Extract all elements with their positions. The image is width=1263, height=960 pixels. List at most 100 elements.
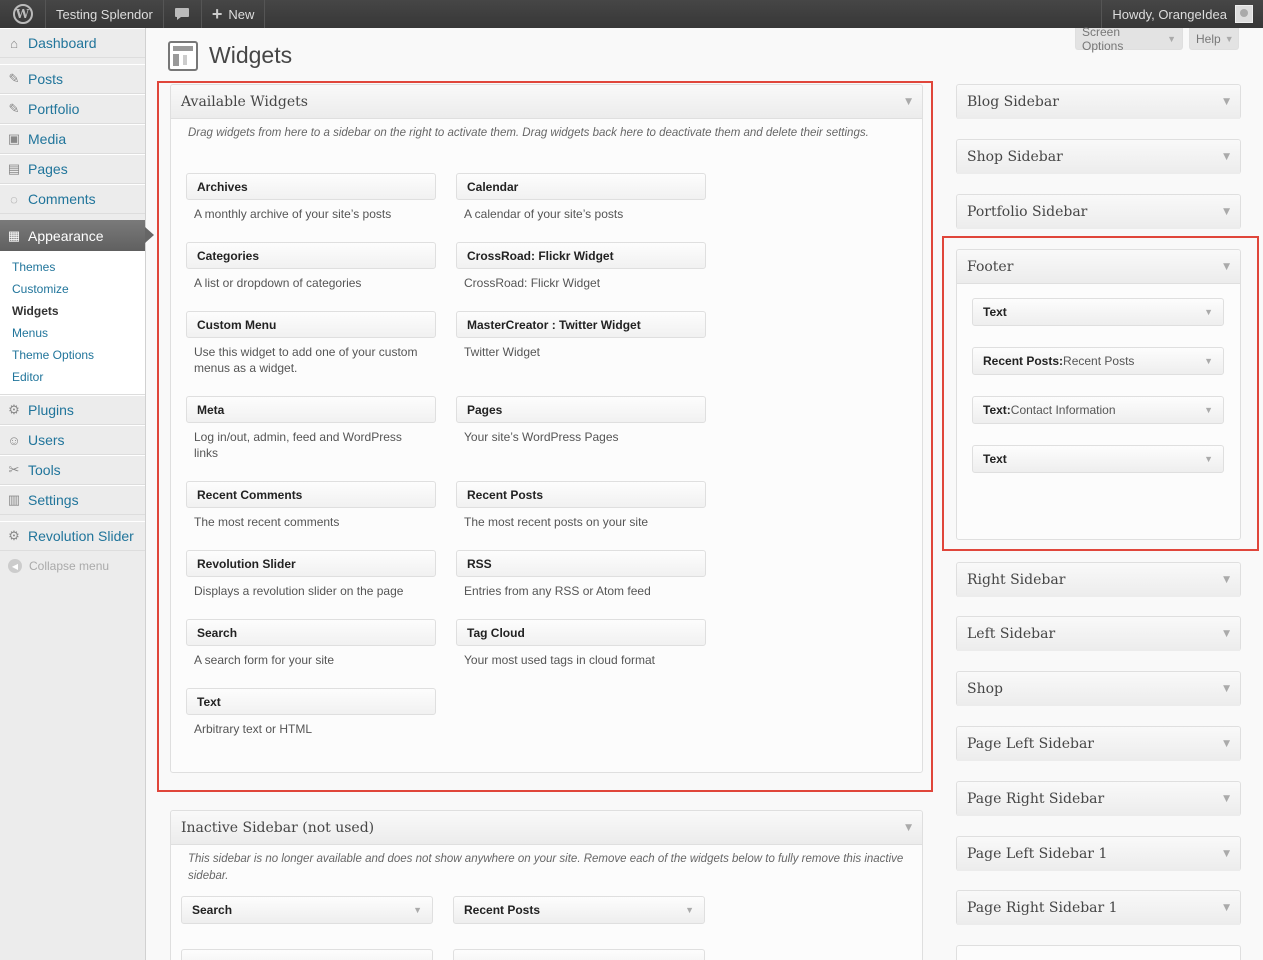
widget-title[interactable]: CrossRoad: Flickr Widget — [456, 242, 706, 269]
sidebar-right[interactable]: Right Sidebar ▼ — [956, 562, 1241, 597]
widget-meta[interactable]: Meta Log in/out, admin, feed and WordPres… — [186, 396, 436, 461]
sidebar-portfolio[interactable]: Portfolio Sidebar ▼ — [956, 194, 1241, 229]
available-widgets-header[interactable]: Available Widgets ▼ — [171, 85, 922, 119]
widget-recent-posts[interactable]: Recent Posts The most recent posts on you… — [456, 481, 706, 530]
help-button[interactable]: Help ▼ — [1189, 28, 1239, 50]
menu-portfolio[interactable]: ✎ Portfolio — [0, 94, 145, 124]
site-name-link[interactable]: Testing Splendor — [46, 0, 164, 28]
widget-title[interactable]: Revolution Slider — [186, 550, 436, 577]
submenu-themes[interactable]: Themes — [0, 256, 145, 278]
sidebar-header[interactable]: Blog Sidebar ▼ — [957, 85, 1240, 119]
widget-title[interactable]: Recent Posts — [456, 481, 706, 508]
sidebar-page-right[interactable]: Page Right Sidebar ▼ — [956, 781, 1241, 816]
new-content-menu[interactable]: + New — [202, 0, 266, 28]
toggle-arrow-icon[interactable]: ▼ — [413, 905, 422, 915]
menu-media[interactable]: ▣ Media — [0, 124, 145, 154]
submenu-menus[interactable]: Menus — [0, 322, 145, 344]
widget-title[interactable]: Archives — [186, 173, 436, 200]
widget-title[interactable]: Custom Menu — [186, 311, 436, 338]
menu-revolution-slider[interactable]: ⚙ Revolution Slider — [0, 521, 145, 551]
widget-pages[interactable]: Pages Your site’s WordPress Pages — [456, 396, 706, 445]
submenu-customize[interactable]: Customize — [0, 278, 145, 300]
widget-custom-menu[interactable]: Custom Menu Use this widget to add one of… — [186, 311, 436, 376]
inactive-widget[interactable] — [181, 949, 433, 960]
footer-widget-text[interactable]: Text ▼ — [972, 298, 1224, 326]
sidebar-page-left[interactable]: Page Left Sidebar ▼ — [956, 726, 1241, 761]
toggle-arrow-icon[interactable]: ▼ — [1204, 356, 1213, 366]
toggle-arrow-icon[interactable]: ▼ — [1223, 152, 1230, 162]
sidebar-header[interactable]: Page Left Sidebar 1 ▼ — [957, 837, 1240, 871]
widget-title[interactable]: Categories — [186, 242, 436, 269]
toggle-arrow-icon[interactable]: ▼ — [1223, 575, 1230, 585]
toggle-arrow-icon[interactable]: ▼ — [1223, 903, 1230, 913]
sidebar-page-right-1[interactable]: Page Right Sidebar 1 ▼ — [956, 890, 1241, 925]
widget-categories[interactable]: Categories A list or dropdown of categori… — [186, 242, 436, 291]
footer-widget-contact[interactable]: Text: Contact Information ▼ — [972, 396, 1224, 424]
footer-widget-text-2[interactable]: Text ▼ — [972, 445, 1224, 473]
sidebar-header[interactable]: Shop ▼ — [957, 672, 1240, 706]
menu-comments[interactable]: ◌ Comments — [0, 184, 145, 214]
toggle-arrow-icon[interactable]: ▼ — [685, 905, 694, 915]
sidebar-page-left-1[interactable]: Page Left Sidebar 1 ▼ — [956, 836, 1241, 871]
widget-mastercreator-twitter[interactable]: MasterCreator : Twitter Widget Twitter Wi… — [456, 311, 706, 360]
sidebar-shop[interactable]: Shop Sidebar ▼ — [956, 139, 1241, 174]
widget-title[interactable]: Recent Comments — [186, 481, 436, 508]
sidebar-header[interactable]: Right Sidebar ▼ — [957, 563, 1240, 597]
submenu-widgets[interactable]: Widgets — [0, 300, 145, 322]
widget-rss[interactable]: RSS Entries from any RSS or Atom feed — [456, 550, 706, 599]
inactive-widget-search[interactable]: Search ▼ — [181, 896, 433, 924]
toggle-arrow-icon[interactable]: ▼ — [1223, 262, 1230, 272]
sidebar-left[interactable]: Left Sidebar ▼ — [956, 616, 1241, 651]
submenu-editor[interactable]: Editor — [0, 366, 145, 388]
sidebar-header[interactable]: Page Left Sidebar ▼ — [957, 727, 1240, 761]
collapse-menu-button[interactable]: ◀ Collapse menu — [0, 551, 145, 581]
sidebar-header[interactable]: Left Sidebar ▼ — [957, 617, 1240, 651]
inactive-sidebar-header[interactable]: Inactive Sidebar (not used) ▼ — [171, 811, 922, 845]
sidebar-header[interactable]: Shop Sidebar ▼ — [957, 140, 1240, 174]
toggle-arrow-icon[interactable]: ▼ — [1223, 739, 1230, 749]
widget-title[interactable]: Calendar — [456, 173, 706, 200]
widget-title[interactable]: MasterCreator : Twitter Widget — [456, 311, 706, 338]
toggle-arrow-icon[interactable]: ▼ — [905, 823, 912, 833]
toggle-arrow-icon[interactable]: ▼ — [1204, 307, 1213, 317]
menu-dashboard[interactable]: ⌂ Dashboard — [0, 28, 145, 58]
sidebar-blog[interactable]: Blog Sidebar ▼ — [956, 84, 1241, 119]
menu-pages[interactable]: ▤ Pages — [0, 154, 145, 184]
widget-revolution-slider[interactable]: Revolution Slider Displays a revolution s… — [186, 550, 436, 599]
toggle-arrow-icon[interactable]: ▼ — [1223, 684, 1230, 694]
toggle-arrow-icon[interactable]: ▼ — [1223, 629, 1230, 639]
submenu-theme-options[interactable]: Theme Options — [0, 344, 145, 366]
toggle-arrow-icon[interactable]: ▼ — [1223, 97, 1230, 107]
menu-users[interactable]: ☺ Users — [0, 425, 145, 455]
toggle-arrow-icon[interactable]: ▼ — [1223, 849, 1230, 859]
widget-recent-comments[interactable]: Recent Comments The most recent comments — [186, 481, 436, 530]
inactive-widget[interactable] — [453, 949, 705, 960]
sidebar-header[interactable]: Portfolio Sidebar ▼ — [957, 195, 1240, 229]
menu-posts[interactable]: ✎ Posts — [0, 64, 145, 94]
sidebar-header[interactable]: Page Right Sidebar ▼ — [957, 782, 1240, 816]
widget-title[interactable]: Search — [186, 619, 436, 646]
sidebar-header[interactable]: Footer ▼ — [957, 250, 1240, 284]
screen-options-button[interactable]: Screen Options ▼ — [1075, 25, 1183, 53]
inactive-widget-recent-posts[interactable]: Recent Posts ▼ — [453, 896, 705, 924]
widget-title[interactable]: Meta — [186, 396, 436, 423]
widget-title[interactable]: Tag Cloud — [456, 619, 706, 646]
toggle-arrow-icon[interactable]: ▼ — [905, 97, 912, 107]
sidebar-header[interactable]: Page Right Sidebar 1 ▼ — [957, 891, 1240, 925]
toggle-arrow-icon[interactable]: ▼ — [1204, 454, 1213, 464]
sidebar-next[interactable] — [956, 945, 1241, 960]
toggle-arrow-icon[interactable]: ▼ — [1223, 794, 1230, 804]
menu-tools[interactable]: ✂ Tools — [0, 455, 145, 485]
sidebar-shop-2[interactable]: Shop ▼ — [956, 671, 1241, 706]
widget-title[interactable]: Text — [186, 688, 436, 715]
toggle-arrow-icon[interactable]: ▼ — [1223, 207, 1230, 217]
widget-tag-cloud[interactable]: Tag Cloud Your most used tags in cloud fo… — [456, 619, 706, 668]
menu-plugins[interactable]: ⚙ Plugins — [0, 395, 145, 425]
footer-widget-recent-posts[interactable]: Recent Posts: Recent Posts ▼ — [972, 347, 1224, 375]
widget-text[interactable]: Text Arbitrary text or HTML — [186, 688, 436, 737]
toggle-arrow-icon[interactable]: ▼ — [1204, 405, 1213, 415]
wordpress-logo-icon[interactable]: W — [0, 0, 46, 28]
widget-search[interactable]: Search A search form for your site — [186, 619, 436, 668]
comments-bubble-icon[interactable] — [164, 0, 202, 28]
widget-title[interactable]: RSS — [456, 550, 706, 577]
